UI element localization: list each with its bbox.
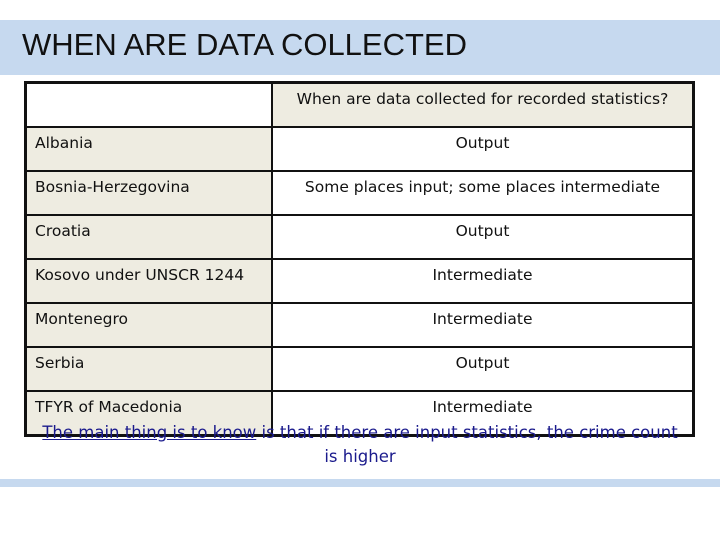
slide-title: WHEN ARE DATA COLLECTED xyxy=(22,27,467,62)
takeaway-note: The main thing is to know is that if the… xyxy=(40,421,680,469)
collection-stage-cell: Intermediate xyxy=(271,302,695,348)
table-row: Serbia Output xyxy=(24,346,695,392)
table-row: Kosovo under UNSCR 1244 Intermediate xyxy=(24,258,695,304)
takeaway-emphasis: The main thing is to know xyxy=(42,423,257,442)
header-cell-question: When are data collected for recorded sta… xyxy=(271,81,695,128)
header-cell-blank xyxy=(24,81,273,128)
country-cell: Bosnia-Herzegovina xyxy=(24,170,273,216)
collection-stage-cell: Output xyxy=(271,126,695,172)
collection-table: When are data collected for recorded sta… xyxy=(24,81,695,437)
table-row: Bosnia-Herzegovina Some places input; so… xyxy=(24,170,695,216)
bottom-band xyxy=(0,479,720,487)
table-row: Montenegro Intermediate xyxy=(24,302,695,348)
country-cell: Croatia xyxy=(24,214,273,260)
table-header-row: When are data collected for recorded sta… xyxy=(24,81,695,128)
collection-stage-cell: Output xyxy=(271,346,695,392)
table-row: Albania Output xyxy=(24,126,695,172)
country-cell: Montenegro xyxy=(24,302,273,348)
collection-stage-cell: Some places input; some places intermedi… xyxy=(271,170,695,216)
country-cell: Serbia xyxy=(24,346,273,392)
country-cell: Albania xyxy=(24,126,273,172)
collection-stage-cell: Intermediate xyxy=(271,258,695,304)
takeaway-text: is that if there are input statistics, t… xyxy=(256,423,678,466)
country-cell: Kosovo under UNSCR 1244 xyxy=(24,258,273,304)
collection-stage-cell: Output xyxy=(271,214,695,260)
table-row: Croatia Output xyxy=(24,214,695,260)
